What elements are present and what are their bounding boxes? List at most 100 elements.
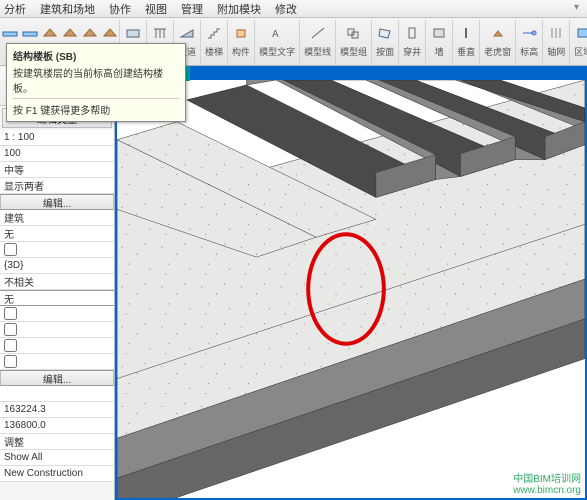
property-row: 1 : 100 (0, 130, 114, 146)
ribbon-group: 楼梯 (201, 20, 228, 64)
property-value: 163224.3 (4, 404, 46, 415)
roof-icon[interactable] (61, 22, 79, 44)
property-row: Show All (0, 450, 114, 466)
property-row[interactable] (0, 354, 114, 370)
workarea: 编辑类型 1 : 100100中等显示两者编辑...建筑无{3D}不相关无编辑.… (0, 66, 587, 500)
tooltip: 结构楼板 (SB) 按建筑楼层的当前标高创建结构楼板。 按 F1 键获得更多帮助 (6, 43, 186, 122)
property-row (0, 386, 114, 402)
stair-icon[interactable] (205, 22, 223, 44)
property-value: 中等 (4, 162, 24, 177)
property-value: 调整 (4, 434, 24, 449)
menu-item[interactable]: 管理 (181, 1, 203, 17)
grid-icon[interactable] (547, 22, 565, 44)
property-value: Show All (4, 452, 42, 463)
property-row: 调整 (0, 434, 114, 450)
property-value: New Construction (4, 468, 83, 479)
menu-item[interactable]: 视图 (145, 1, 167, 17)
property-checkbox[interactable] (4, 323, 17, 336)
by-face-icon[interactable] (376, 22, 394, 44)
tooltip-title: 结构楼板 (SB) (13, 48, 179, 63)
panel-icon[interactable] (124, 22, 142, 44)
property-value: 编辑... (43, 371, 71, 386)
menu-item[interactable]: 修改 (275, 1, 297, 17)
scene (117, 80, 585, 498)
viewport-3d[interactable]: 临时隐藏/隔离 (115, 66, 587, 500)
area-icon[interactable] (574, 22, 587, 44)
property-row: 136800.0 (0, 418, 114, 434)
tooltip-help: 按 F1 键获得更多帮助 (13, 102, 179, 117)
menu-item[interactable]: 分析 (4, 1, 26, 17)
group-icon[interactable] (345, 22, 363, 44)
property-row: 显示两者 (0, 178, 114, 194)
properties-panel: 编辑类型 1 : 100100中等显示两者编辑...建筑无{3D}不相关无编辑.… (0, 66, 115, 500)
property-row: 不相关 (0, 274, 114, 290)
property-row[interactable] (0, 322, 114, 338)
roof-icon[interactable] (81, 22, 99, 44)
ramp-icon[interactable] (178, 22, 196, 44)
property-row: 建筑 (0, 210, 114, 226)
property-row: 无 (0, 226, 114, 242)
watermark-text: 中国BIM培训网 (513, 474, 581, 485)
ribbon-group: 墙 (426, 20, 453, 64)
ribbon-group: 模型线 (300, 20, 336, 64)
railing-icon[interactable] (151, 22, 169, 44)
property-value: {3D} (4, 260, 23, 271)
watermark: 中国BIM培训网 www.bimcn.org (513, 474, 581, 496)
property-value: 建筑 (4, 210, 24, 225)
wall-icon[interactable] (430, 22, 448, 44)
floor-icon[interactable] (1, 22, 19, 44)
property-value: 无 (4, 291, 14, 306)
ribbon-group: 标高 (516, 20, 543, 64)
property-value: 136800.0 (4, 420, 46, 431)
property-checkbox[interactable] (4, 307, 17, 320)
level-icon[interactable] (520, 22, 538, 44)
watermark-url: www.bimcn.org (513, 485, 581, 496)
property-checkbox[interactable] (4, 355, 17, 368)
model-render (117, 80, 585, 498)
property-row: 163224.3 (0, 402, 114, 418)
ribbon-group: 穿井 (399, 20, 426, 64)
ribbon-group: 模型组 (336, 20, 372, 64)
property-value: 显示两者 (4, 178, 44, 193)
menu-item[interactable]: 建筑和场地 (40, 1, 95, 17)
qat-dropdown-icon[interactable]: ▾ (574, 2, 579, 13)
property-checkbox[interactable] (4, 339, 17, 352)
shaft-icon[interactable] (403, 22, 421, 44)
property-row: {3D} (0, 258, 114, 274)
model-line-icon[interactable] (309, 22, 327, 44)
component-icon[interactable] (232, 22, 250, 44)
vertical-icon[interactable] (457, 22, 475, 44)
property-row[interactable]: 编辑... (0, 194, 114, 210)
property-value: 100 (4, 148, 21, 159)
property-value: 编辑... (43, 195, 71, 210)
property-row[interactable] (0, 306, 114, 322)
svg-text:A: A (272, 29, 279, 40)
property-row[interactable] (0, 338, 114, 354)
ribbon-group: 轴网 (543, 20, 570, 64)
model-text-icon[interactable]: A (268, 22, 286, 44)
property-row: 100 (0, 146, 114, 162)
ribbon-group: 按面 (372, 20, 399, 64)
property-checkbox[interactable] (4, 243, 17, 256)
property-value: 不相关 (4, 274, 34, 289)
ribbon-group: 垂直 (453, 20, 480, 64)
property-value: 无 (4, 226, 14, 241)
ribbon-group: 区域 (570, 20, 587, 64)
property-row[interactable]: 编辑... (0, 370, 114, 386)
property-row[interactable]: 无 (0, 290, 114, 306)
ribbon-group: 老虎窗 (480, 20, 516, 64)
menu-bar: 分析 建筑和场地 协作 视图 管理 附加模块 修改 ▾ (0, 0, 587, 18)
ribbon: 结构楼板 (SB) 按建筑楼层的当前标高创建结构楼板。 按 F1 键获得更多帮助… (0, 18, 587, 66)
tooltip-body: 按建筑楼层的当前标高创建结构楼板。 (13, 65, 179, 95)
floor-icon[interactable] (21, 22, 39, 44)
dormer-icon[interactable] (489, 22, 507, 44)
menu-item[interactable]: 协作 (109, 1, 131, 17)
roof-icon[interactable] (101, 22, 119, 44)
property-row[interactable] (0, 242, 114, 258)
roof-icon[interactable] (41, 22, 59, 44)
property-row: New Construction (0, 466, 114, 482)
property-value: 1 : 100 (4, 132, 35, 143)
property-row: 中等 (0, 162, 114, 178)
menu-item[interactable]: 附加模块 (217, 1, 261, 17)
ribbon-group: A模型文字 (255, 20, 300, 64)
